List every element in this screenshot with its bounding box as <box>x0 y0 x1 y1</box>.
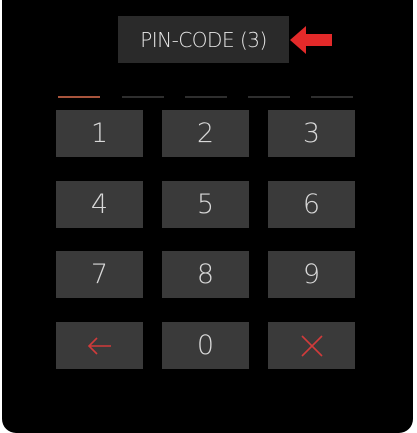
key-8[interactable]: 8 <box>162 251 249 298</box>
pin-code-title: PIN-CODE (3) <box>118 16 289 63</box>
key-2[interactable]: 2 <box>162 110 249 157</box>
pin-indicator <box>248 96 290 98</box>
backspace-button[interactable] <box>56 322 143 369</box>
key-1[interactable]: 1 <box>56 110 143 157</box>
arrow-left-icon <box>87 336 111 355</box>
pin-indicators <box>58 96 356 99</box>
close-icon <box>300 334 323 357</box>
pin-indicator <box>58 96 100 98</box>
key-3[interactable]: 3 <box>268 110 355 157</box>
pin-indicator <box>122 96 164 98</box>
pin-code-title-text: PIN-CODE (3) <box>140 27 267 52</box>
pin-screen: PIN-CODE (3) 1 2 3 4 5 6 7 8 9 0 <box>2 0 413 433</box>
clear-button[interactable] <box>268 322 355 369</box>
key-9[interactable]: 9 <box>268 251 355 298</box>
key-7[interactable]: 7 <box>56 251 143 298</box>
pin-indicator <box>185 96 227 98</box>
key-0[interactable]: 0 <box>162 322 249 369</box>
key-5[interactable]: 5 <box>162 181 249 228</box>
pin-indicator <box>311 96 353 98</box>
arrow-left-icon <box>290 26 332 54</box>
key-4[interactable]: 4 <box>56 181 143 228</box>
key-6[interactable]: 6 <box>268 181 355 228</box>
